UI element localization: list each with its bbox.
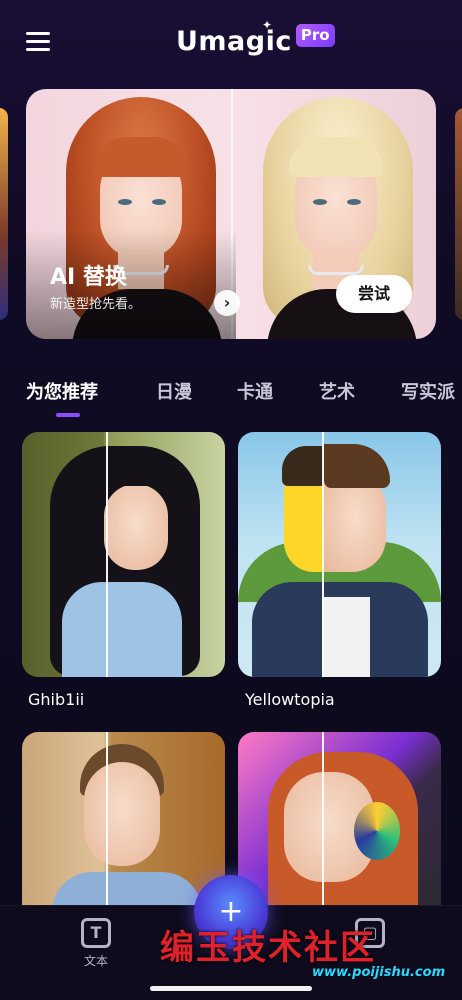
tab-realistic[interactable]: 写实派	[401, 378, 455, 404]
tab-recommended[interactable]: 为您推荐	[26, 378, 98, 404]
nav-label-text: 文本	[83, 954, 108, 968]
tab-cartoon[interactable]: 卡通	[237, 378, 273, 404]
carousel-prev-card[interactable]	[0, 108, 8, 320]
chevron-right-icon[interactable]: ›	[214, 290, 240, 316]
style-card-ghib1ii[interactable]	[22, 432, 225, 677]
ai-swap-banner[interactable]: › AI 替换 新造型抢先看。 尝试	[26, 89, 436, 339]
sparkle-icon: ✦	[262, 18, 273, 32]
compare-divider	[106, 732, 108, 922]
compare-divider	[322, 432, 324, 677]
logo-text: Umagic	[176, 26, 292, 57]
compare-divider	[322, 732, 324, 922]
card-label: Ghib1ii	[28, 690, 85, 709]
app-screen: Umagic ✦ Pro › AI 替换 新造型抢先看。 尝试 为您推荐 日漫 …	[0, 0, 462, 1000]
compare-divider	[106, 432, 108, 677]
style-card-sketch[interactable]	[22, 732, 225, 922]
pro-badge[interactable]: Pro	[295, 24, 335, 47]
style-card-neon[interactable]	[238, 732, 441, 922]
home-indicator[interactable]	[150, 986, 312, 991]
watermark-text: 编玉技术社区	[160, 928, 376, 968]
banner-title: AI 替换	[50, 265, 127, 290]
hamburger-menu-icon[interactable]	[26, 32, 50, 52]
tab-art[interactable]: 艺术	[319, 378, 355, 404]
app-logo: Umagic ✦ Pro	[176, 18, 335, 60]
nav-item-text[interactable]: T 文本	[66, 918, 126, 969]
text-box-icon: T	[81, 918, 111, 948]
category-tabs: 为您推荐 日漫 卡通 艺术 写实派	[0, 378, 462, 418]
active-tab-indicator	[56, 413, 80, 417]
try-button[interactable]: 尝试	[336, 275, 412, 313]
carousel-next-card[interactable]	[455, 108, 462, 320]
card-label: Yellowtopia	[245, 690, 335, 709]
style-card-yellowtopia[interactable]	[238, 432, 441, 677]
top-bar: Umagic ✦ Pro	[0, 0, 462, 84]
watermark-url: www.poijishu.com	[312, 965, 446, 980]
banner-subtitle: 新造型抢先看。	[50, 297, 142, 312]
tab-anime[interactable]: 日漫	[156, 378, 192, 404]
